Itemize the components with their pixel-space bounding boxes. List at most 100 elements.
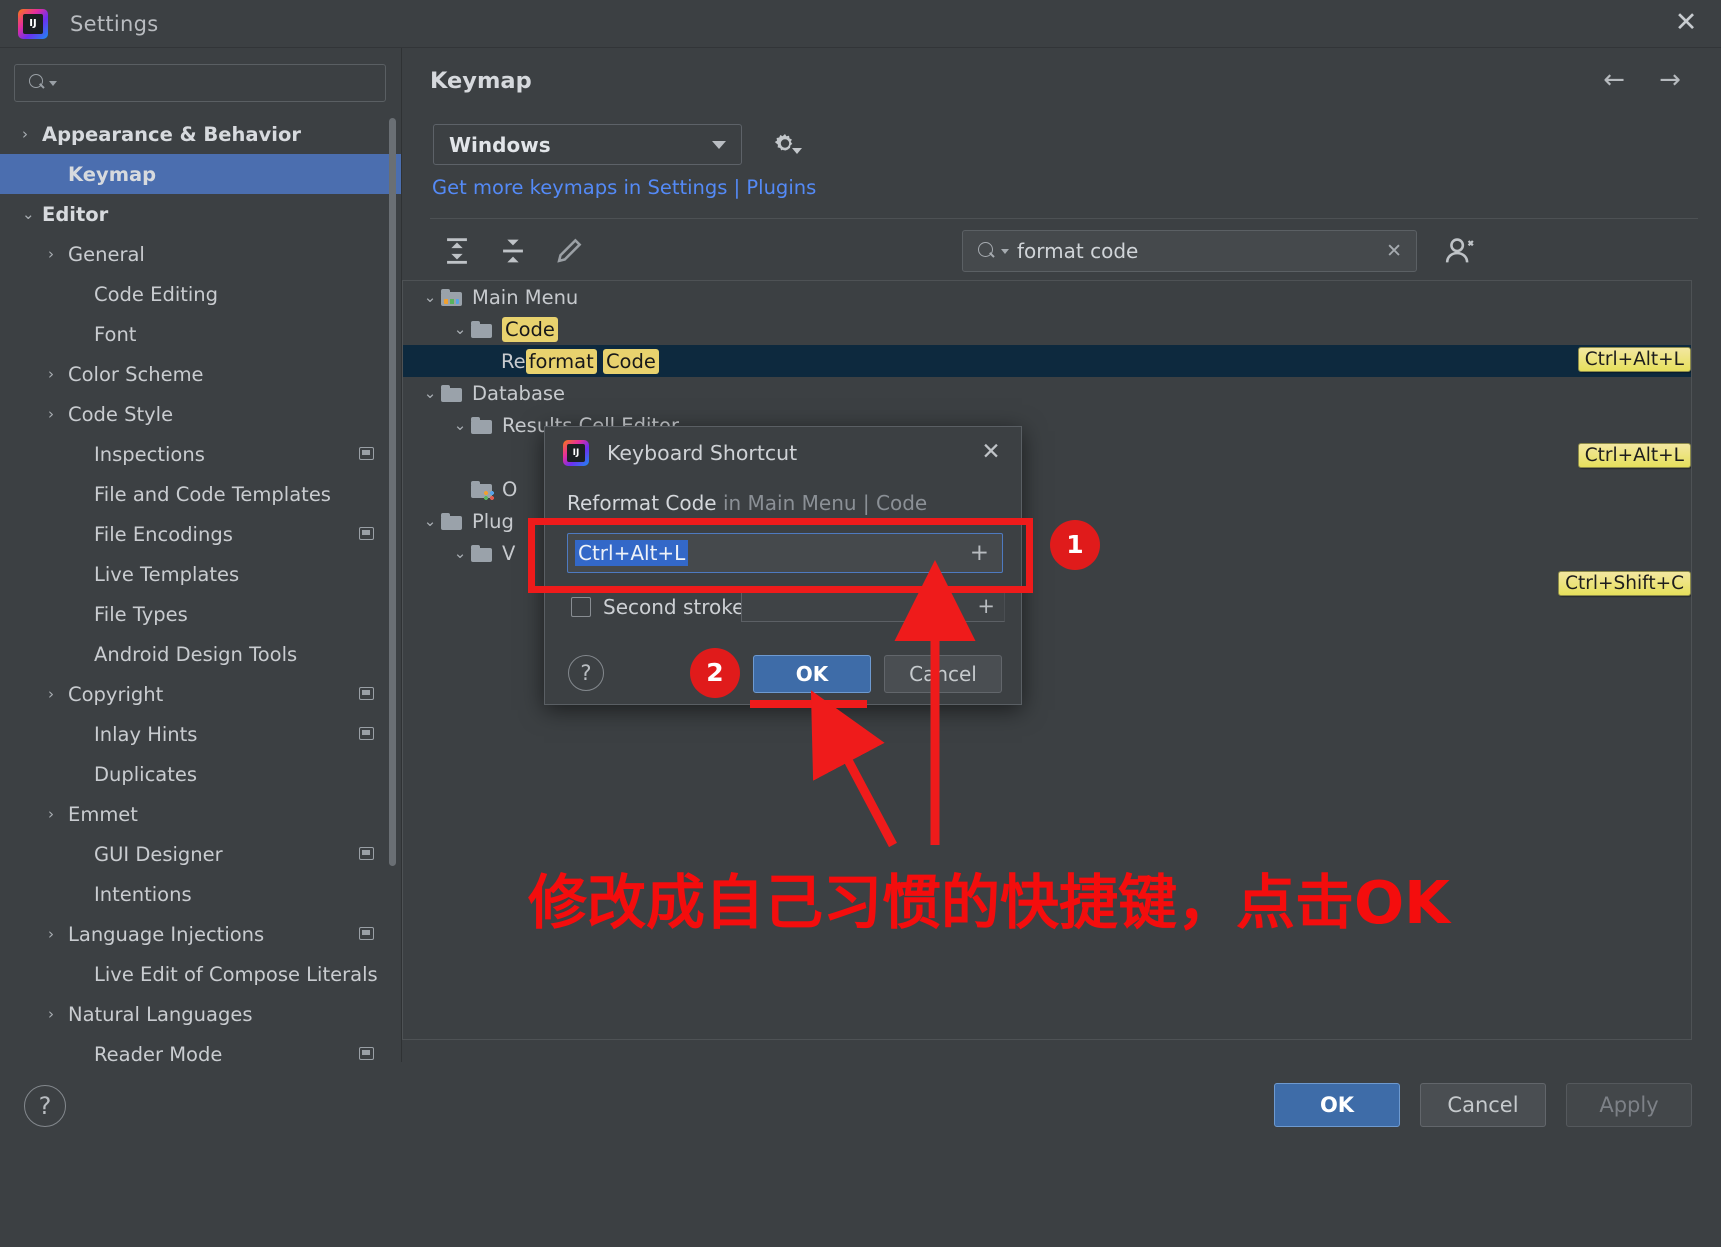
get-more-keymaps-link[interactable]: Get more keymaps in Settings | Plugins [432,176,816,199]
sidebar-item-emmet[interactable]: ›Emmet [0,794,402,834]
sidebar-item-inspections[interactable]: Inspections [0,434,402,474]
main-menu-folder-icon [441,289,463,306]
plugin-settings-icon [359,927,374,940]
nav-arrows: ← → [1597,66,1687,96]
sidebar-item-font[interactable]: Font [0,314,402,354]
sidebar-item-file-and-code-templates[interactable]: File and Code Templates [0,474,402,514]
sidebar-item-duplicates[interactable]: Duplicates [0,754,402,794]
keymap-select[interactable]: Windows [433,124,742,165]
edit-shortcut-icon[interactable] [552,234,586,268]
sidebar-item-copyright[interactable]: ›Copyright [0,674,402,714]
sidebar-item-label: Natural Languages [68,1003,253,1026]
sidebar-item-code-editing[interactable]: Code Editing [0,274,402,314]
dialog-ok-button[interactable]: OK [753,655,871,693]
arrow-right-icon[interactable]: → [1653,66,1687,96]
chevron-right-icon[interactable]: › [48,407,68,422]
title-bar: Settings ✕ [0,0,1721,48]
second-stroke-checkbox[interactable] [571,597,591,617]
sidebar-item-file-encodings[interactable]: File Encodings [0,514,402,554]
sidebar-item-label: Inlay Hints [94,723,197,746]
second-stroke-label: Second stroke: [603,595,751,619]
sidebar-item-general[interactable]: ›General [0,234,402,274]
plugin-dots-icon [484,491,495,500]
find-by-shortcut-icon[interactable] [1440,230,1480,272]
chevron-down-icon[interactable]: ⌄ [419,384,441,402]
chevron-right-icon[interactable]: › [48,927,68,942]
keymap-row-label: Database [472,382,565,405]
sidebar-item-reader-mode[interactable]: Reader Mode [0,1034,402,1062]
plugin-settings-icon [359,527,374,540]
keymap-tree-row[interactable]: ⌄ Code [403,313,1691,345]
sidebar-item-label: Emmet [68,803,138,826]
sidebar-item-gui-designer[interactable]: GUI Designer [0,834,402,874]
sidebar-item-code-style[interactable]: ›Code Style [0,394,402,434]
sidebar-item-label: File and Code Templates [94,483,331,506]
gear-icon[interactable] [768,128,802,162]
sidebar-item-color-scheme[interactable]: ›Color Scheme [0,354,402,394]
sidebar-item-label: Android Design Tools [94,643,297,666]
chevron-down-icon[interactable]: ⌄ [419,512,441,530]
sidebar-item-label: GUI Designer [94,843,223,866]
ok-button[interactable]: OK [1274,1083,1400,1127]
first-stroke-input[interactable]: Ctrl+Alt+L + [567,533,1003,573]
chevron-right-icon[interactable]: › [48,367,68,382]
dialog-footer: ? OK Cancel Apply [0,1062,1721,1247]
sidebar-item-label: Code Style [68,403,173,426]
search-match: Code [502,317,558,342]
keymap-toolbar [440,234,586,268]
sidebar-scrollbar[interactable] [389,118,396,866]
chevron-down-icon[interactable]: ⌄ [419,288,441,306]
chevron-right-icon[interactable]: › [22,127,42,142]
annotation-caption: 修改成自己习惯的快捷键，点击OK [528,855,1450,940]
chevron-right-icon[interactable]: › [48,247,68,262]
apply-button[interactable]: Apply [1566,1083,1692,1127]
dialog-cancel-button[interactable]: Cancel [884,655,1002,693]
plus-icon[interactable]: + [970,542,989,565]
shortcut-filter-input[interactable]: format code ✕ [962,230,1417,272]
sidebar-item-label: Code Editing [94,283,218,306]
help-button[interactable]: ? [24,1085,66,1127]
close-icon[interactable]: ✕ [977,439,1005,467]
expand-all-icon[interactable] [440,234,474,268]
clear-search-icon[interactable]: ✕ [1386,240,1402,262]
chevron-right-icon[interactable]: › [48,687,68,702]
chevron-down-icon[interactable]: ⌄ [22,207,42,222]
cancel-button[interactable]: Cancel [1420,1083,1546,1127]
sidebar-item-language-injections[interactable]: ›Language Injections [0,914,402,954]
sidebar-item-appearance-behavior[interactable]: ›Appearance & Behavior [0,114,402,154]
chevron-down-icon [712,141,726,149]
sidebar-item-live-edit-of-compose-literals[interactable]: Live Edit of Compose Literals [0,954,402,994]
second-stroke-input[interactable]: + [741,591,1005,622]
sidebar-item-label: File Encodings [94,523,233,546]
sidebar-item-editor[interactable]: ⌄Editor [0,194,402,234]
sidebar-item-keymap[interactable]: Keymap [0,154,402,194]
collapse-all-icon[interactable] [496,234,530,268]
settings-sidebar: ›Appearance & BehaviorKeymap⌄Editor›Gene… [0,48,402,1062]
plus-icon[interactable]: + [977,594,995,618]
chevron-right-icon[interactable]: › [48,1007,68,1022]
sidebar-item-label: Inspections [94,443,205,466]
sidebar-item-natural-languages[interactable]: ›Natural Languages [0,994,402,1034]
keymap-tree-row[interactable]: Reformat CodeCtrl+Alt+L [403,345,1691,377]
chevron-down-icon[interactable]: ⌄ [449,544,471,562]
search-match: Code [603,349,659,374]
keymap-tree-row[interactable]: ⌄Main Menu [403,281,1691,313]
sidebar-item-android-design-tools[interactable]: Android Design Tools [0,634,402,674]
dialog-help-button[interactable]: ? [568,655,604,691]
close-icon[interactable]: ✕ [1669,8,1703,40]
sidebar-search-input[interactable] [14,64,386,102]
chevron-down-icon [49,81,57,86]
chevron-right-icon[interactable]: › [48,807,68,822]
annotation-badge-1: 1 [1050,520,1100,570]
sidebar-item-live-templates[interactable]: Live Templates [0,554,402,594]
sidebar-item-intentions[interactable]: Intentions [0,874,402,914]
folder-icon [441,513,463,530]
sidebar-item-file-types[interactable]: File Types [0,594,402,634]
sidebar-item-inlay-hints[interactable]: Inlay Hints [0,714,402,754]
chevron-down-icon[interactable]: ⌄ [449,320,471,338]
search-match: format [526,349,597,374]
arrow-left-icon[interactable]: ← [1597,66,1631,96]
keymap-tree-row[interactable]: ⌄ Database [403,377,1691,409]
keymap-row-label: Plug [472,510,514,533]
chevron-down-icon[interactable]: ⌄ [449,416,471,434]
